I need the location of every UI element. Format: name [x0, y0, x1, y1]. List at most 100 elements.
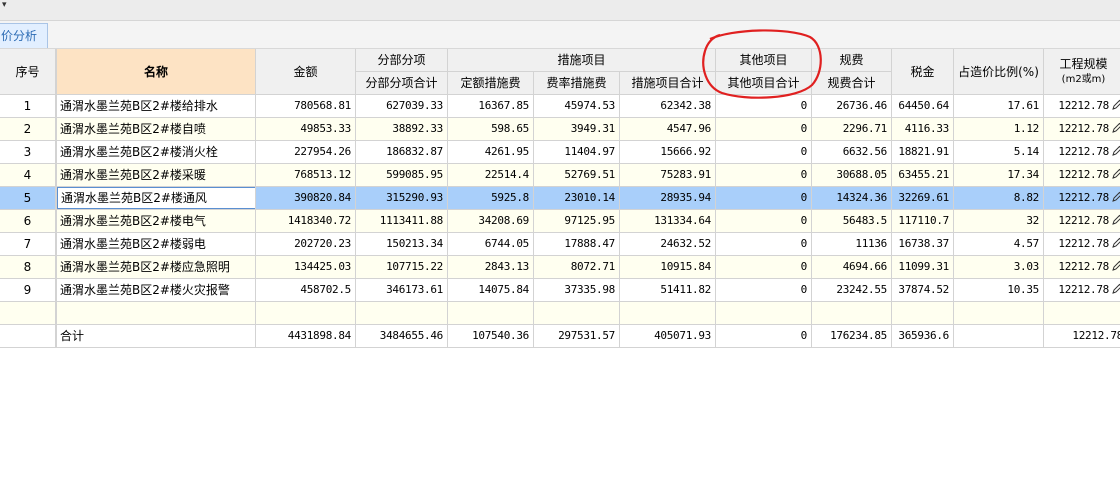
row-3-tax-cell[interactable]: 18821.91 [892, 141, 954, 164]
total-row-tax-cell[interactable]: 365936.6 [892, 325, 954, 348]
row-8-tax-cell[interactable]: 11099.31 [892, 256, 954, 279]
row-8-gf-cell[interactable]: 4694.66 [812, 256, 892, 279]
row-4-fbfx-cell[interactable]: 599085.95 [356, 164, 448, 187]
row-2-scale-cell[interactable]: 12212.78 [1044, 118, 1120, 141]
empty-row-scale-cell[interactable] [1044, 302, 1120, 325]
row-5-dinge-cell[interactable]: 5925.8 [448, 187, 534, 210]
row-3-seq-cell[interactable]: 3 [0, 141, 56, 164]
row-1-ratio-cell[interactable]: 17.61 [954, 95, 1044, 118]
row-8-cs-cell[interactable]: 10915.84 [620, 256, 716, 279]
row-9-seq-cell[interactable]: 9 [0, 279, 56, 302]
row-4-tax-cell[interactable]: 63455.21 [892, 164, 954, 187]
row-6-feilv-cell[interactable]: 97125.95 [534, 210, 620, 233]
row-6-amount-cell[interactable]: 1418340.72 [256, 210, 356, 233]
header-feilvcs[interactable]: 费率措施费 [534, 72, 620, 95]
row-4-dinge-cell[interactable]: 22514.4 [448, 164, 534, 187]
row-7-tax-cell[interactable]: 16738.37 [892, 233, 954, 256]
row-7-fbfx-cell[interactable]: 150213.34 [356, 233, 448, 256]
pencil-edit-icon[interactable] [1111, 283, 1120, 295]
empty-row-name-cell[interactable] [56, 302, 256, 325]
empty-row-feilv-cell[interactable] [534, 302, 620, 325]
row-7-qt-cell[interactable]: 0 [716, 233, 812, 256]
header-name[interactable]: 名称 [56, 49, 256, 95]
header-tax[interactable]: 税金 [892, 49, 954, 95]
row-4-feilv-cell[interactable]: 52769.51 [534, 164, 620, 187]
row-3-ratio-cell[interactable]: 5.14 [954, 141, 1044, 164]
row-1-seq-cell[interactable]: 1 [0, 95, 56, 118]
row-9-dinge-cell[interactable]: 14075.84 [448, 279, 534, 302]
row-9-gf-cell[interactable]: 23242.55 [812, 279, 892, 302]
row-7-ratio-cell[interactable]: 4.57 [954, 233, 1044, 256]
empty-row-tax-cell[interactable] [892, 302, 954, 325]
row-6-tax-cell[interactable]: 117110.7 [892, 210, 954, 233]
row-9-tax-cell[interactable]: 37874.52 [892, 279, 954, 302]
row-6-fbfx-cell[interactable]: 1113411.88 [356, 210, 448, 233]
row-4-amount-cell[interactable]: 768513.12 [256, 164, 356, 187]
pencil-edit-icon[interactable] [1111, 214, 1120, 226]
empty-row-seq-cell[interactable] [0, 302, 56, 325]
header-qtxm-total[interactable]: 其他项目合计 [716, 72, 812, 95]
header-cs-total[interactable]: 措施项目合计 [620, 72, 716, 95]
row-5-amount-cell[interactable]: 390820.84 [256, 187, 356, 210]
row-9-qt-cell[interactable]: 0 [716, 279, 812, 302]
row-2-seq-cell[interactable]: 2 [0, 118, 56, 141]
row-5-feilv-cell[interactable]: 23010.14 [534, 187, 620, 210]
empty-row-qt-cell[interactable] [716, 302, 812, 325]
pencil-edit-icon[interactable] [1111, 122, 1120, 134]
header-seq[interactable]: 序号 [0, 49, 56, 95]
row-2-qt-cell[interactable]: 0 [716, 118, 812, 141]
selected-name-editor[interactable]: 通渭水墨兰苑B区2#楼通风 [57, 187, 255, 209]
row-2-fbfx-cell[interactable]: 38892.33 [356, 118, 448, 141]
pencil-edit-icon[interactable] [1111, 145, 1120, 157]
row-6-ratio-cell[interactable]: 32 [954, 210, 1044, 233]
row-8-name-cell[interactable]: 通渭水墨兰苑B区2#楼应急照明 [56, 256, 256, 279]
row-5-gf-cell[interactable]: 14324.36 [812, 187, 892, 210]
row-2-name-cell[interactable]: 通渭水墨兰苑B区2#楼自喷 [56, 118, 256, 141]
total-row-feilv-cell[interactable]: 297531.57 [534, 325, 620, 348]
row-1-cs-cell[interactable]: 62342.38 [620, 95, 716, 118]
row-1-dinge-cell[interactable]: 16367.85 [448, 95, 534, 118]
row-8-amount-cell[interactable]: 134425.03 [256, 256, 356, 279]
total-row-gf-cell[interactable]: 176234.85 [812, 325, 892, 348]
row-1-tax-cell[interactable]: 64450.64 [892, 95, 954, 118]
empty-row-fbfx-cell[interactable] [356, 302, 448, 325]
empty-row-dinge-cell[interactable] [448, 302, 534, 325]
row-1-amount-cell[interactable]: 780568.81 [256, 95, 356, 118]
empty-row-gf-cell[interactable] [812, 302, 892, 325]
total-row-fbfx-cell[interactable]: 3484655.46 [356, 325, 448, 348]
row-8-fbfx-cell[interactable]: 107715.22 [356, 256, 448, 279]
row-5-scale-cell[interactable]: 12212.78 [1044, 187, 1120, 210]
row-7-amount-cell[interactable]: 202720.23 [256, 233, 356, 256]
total-row-name-cell[interactable]: 合计 [56, 325, 256, 348]
row-7-gf-cell[interactable]: 11136 [812, 233, 892, 256]
empty-row-ratio-cell[interactable] [954, 302, 1044, 325]
total-row-ratio-cell[interactable] [954, 325, 1044, 348]
row-7-scale-cell[interactable]: 12212.78 [1044, 233, 1120, 256]
row-6-scale-cell[interactable]: 12212.78 [1044, 210, 1120, 233]
header-ratio[interactable]: 占造价比例(%) [954, 49, 1044, 95]
row-8-seq-cell[interactable]: 8 [0, 256, 56, 279]
row-1-scale-cell[interactable]: 12212.78 [1044, 95, 1120, 118]
row-3-fbfx-cell[interactable]: 186832.87 [356, 141, 448, 164]
row-9-fbfx-cell[interactable]: 346173.61 [356, 279, 448, 302]
row-3-gf-cell[interactable]: 6632.56 [812, 141, 892, 164]
row-5-name-cell[interactable]: 通渭水墨兰苑B区2#楼通风 [56, 187, 256, 210]
row-1-gf-cell[interactable]: 26736.46 [812, 95, 892, 118]
row-4-scale-cell[interactable]: 12212.78 [1044, 164, 1120, 187]
header-scale[interactable]: 工程规模 (m2或m) [1044, 49, 1120, 95]
row-2-cs-cell[interactable]: 4547.96 [620, 118, 716, 141]
row-5-tax-cell[interactable]: 32269.61 [892, 187, 954, 210]
pencil-edit-icon[interactable] [1111, 191, 1120, 203]
row-8-qt-cell[interactable]: 0 [716, 256, 812, 279]
total-row-dinge-cell[interactable]: 107540.36 [448, 325, 534, 348]
row-4-seq-cell[interactable]: 4 [0, 164, 56, 187]
row-7-seq-cell[interactable]: 7 [0, 233, 56, 256]
row-3-amount-cell[interactable]: 227954.26 [256, 141, 356, 164]
row-4-qt-cell[interactable]: 0 [716, 164, 812, 187]
pencil-edit-icon[interactable] [1111, 260, 1120, 272]
row-3-dinge-cell[interactable]: 4261.95 [448, 141, 534, 164]
row-4-name-cell[interactable]: 通渭水墨兰苑B区2#楼采暖 [56, 164, 256, 187]
total-row-cs-cell[interactable]: 405071.93 [620, 325, 716, 348]
row-3-qt-cell[interactable]: 0 [716, 141, 812, 164]
row-9-feilv-cell[interactable]: 37335.98 [534, 279, 620, 302]
